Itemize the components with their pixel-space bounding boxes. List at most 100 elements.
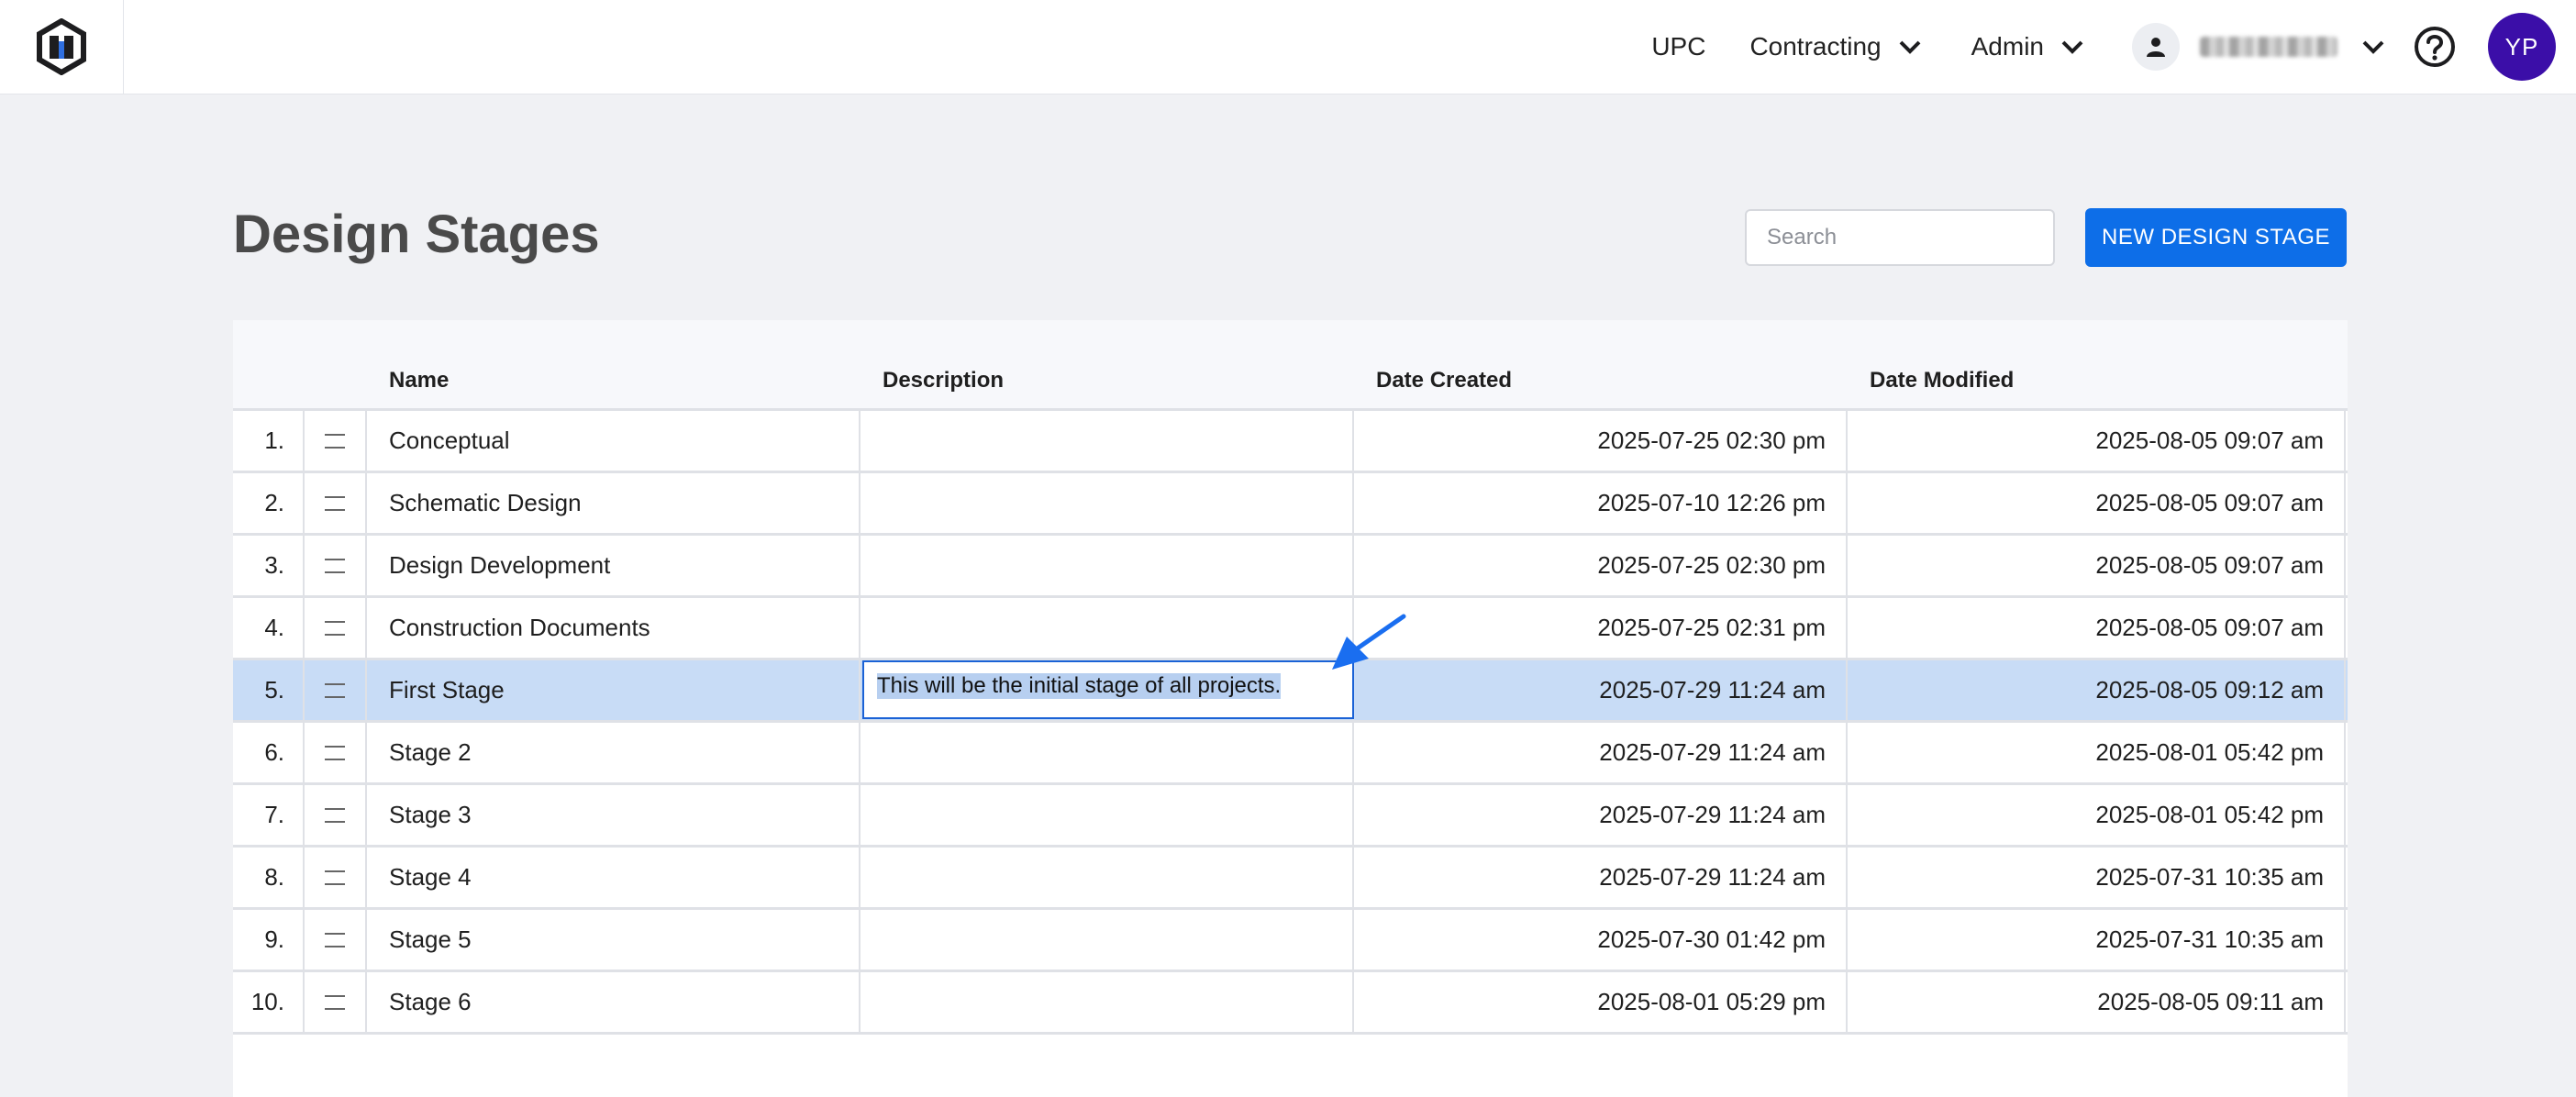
nav-admin-label: Admin [1971, 32, 2044, 61]
drag-handle-icon [325, 558, 345, 573]
row-number: 7. [233, 785, 305, 845]
avatar[interactable]: YP [2488, 13, 2556, 81]
drag-handle[interactable] [305, 910, 367, 970]
page-title: Design Stages [233, 205, 600, 264]
date-created-cell: 2025-07-29 11:24 am [1354, 723, 1848, 782]
date-modified-cell: 2025-08-05 09:07 am [1848, 598, 2346, 658]
drag-handle[interactable] [305, 598, 367, 658]
row-number: 3. [233, 536, 305, 595]
column-header-description[interactable]: Description [883, 368, 1004, 393]
user-menu[interactable] [2132, 23, 2385, 71]
table-row[interactable]: 10. Stage 6 2025-08-01 05:29 pm 2025-08-… [233, 970, 2348, 1035]
nav-link-upc[interactable]: UPC [1651, 32, 1705, 61]
date-modified-cell: 2025-07-31 10:35 am [1848, 848, 2346, 907]
drag-handle[interactable] [305, 411, 367, 471]
drag-handle[interactable] [305, 660, 367, 720]
column-header-date-modified[interactable]: Date Modified [1870, 368, 2014, 393]
column-header-name[interactable]: Name [389, 368, 449, 393]
name-cell[interactable]: Stage 5 [367, 910, 861, 970]
description-cell[interactable] [861, 785, 1354, 845]
drag-handle-icon [325, 870, 345, 885]
row-number: 9. [233, 910, 305, 970]
table-row[interactable]: 1. Conceptual 2025-07-25 02:30 pm 2025-0… [233, 408, 2348, 471]
chevron-down-icon [1899, 40, 1921, 54]
brand-logo[interactable] [0, 0, 124, 94]
nav-menu-contracting[interactable]: Contracting [1749, 32, 1921, 61]
new-design-stage-button[interactable]: NEW DESIGN STAGE [2085, 208, 2347, 267]
name-cell[interactable]: First Stage [367, 660, 861, 720]
description-selected-text[interactable]: This will be the initial stage of all pr… [877, 673, 1282, 699]
name-cell[interactable]: Schematic Design [367, 473, 861, 533]
drag-handle-icon [325, 994, 345, 1010]
drag-handle-icon [325, 682, 345, 698]
table-header: Name Description Date Created Date Modif… [233, 320, 2348, 408]
name-cell[interactable]: Stage 3 [367, 785, 861, 845]
name-cell[interactable]: Stage 2 [367, 723, 861, 782]
date-modified-cell: 2025-08-01 05:42 pm [1848, 785, 2346, 845]
table-row[interactable]: 4. Construction Documents 2025-07-25 02:… [233, 595, 2348, 658]
drag-handle[interactable] [305, 473, 367, 533]
name-cell[interactable]: Construction Documents [367, 598, 861, 658]
design-stages-table: Name Description Date Created Date Modif… [233, 320, 2348, 1097]
date-modified-cell: 2025-08-05 09:07 am [1848, 536, 2346, 595]
brand-logo-icon [37, 18, 86, 75]
description-cell[interactable] [861, 972, 1354, 1032]
row-number: 2. [233, 473, 305, 533]
table-row[interactable]: 6. Stage 2 2025-07-29 11:24 am 2025-08-0… [233, 720, 2348, 782]
nav-menu-admin[interactable]: Admin [1971, 32, 2084, 61]
drag-handle[interactable] [305, 848, 367, 907]
row-number: 5. [233, 660, 305, 720]
annotation-arrow-icon [1332, 614, 1406, 670]
description-cell[interactable] [861, 536, 1354, 595]
date-created-cell: 2025-07-25 02:30 pm [1354, 411, 1848, 471]
description-cell[interactable] [861, 411, 1354, 471]
date-modified-cell: 2025-08-05 09:12 am [1848, 660, 2346, 720]
name-cell[interactable]: Conceptual [367, 411, 861, 471]
nav-upc-label: UPC [1651, 32, 1706, 61]
table-row[interactable]: 2. Schematic Design 2025-07-10 12:26 pm … [233, 471, 2348, 533]
help-circle-icon[interactable] [2413, 25, 2457, 69]
drag-handle[interactable] [305, 723, 367, 782]
table-row[interactable]: 7. Stage 3 2025-07-29 11:24 am 2025-08-0… [233, 782, 2348, 845]
top-navigation-bar: UPC Contracting Admin YP [0, 0, 2576, 94]
description-cell[interactable] [861, 723, 1354, 782]
drag-handle-icon [325, 495, 345, 511]
search-input[interactable] [1745, 209, 2055, 266]
date-created-cell: 2025-08-01 05:29 pm [1354, 972, 1848, 1032]
drag-handle[interactable] [305, 972, 367, 1032]
table-row[interactable]: 8. Stage 4 2025-07-29 11:24 am 2025-07-3… [233, 845, 2348, 907]
description-cell[interactable] [861, 848, 1354, 907]
description-cell[interactable] [861, 598, 1354, 658]
date-modified-cell: 2025-08-05 09:11 am [1848, 972, 2346, 1032]
description-cell-editing[interactable]: This will be the initial stage of all pr… [861, 660, 1354, 720]
date-created-cell: 2025-07-25 02:31 pm [1354, 598, 1848, 658]
table-row[interactable]: 3. Design Development 2025-07-25 02:30 p… [233, 533, 2348, 595]
drag-handle-icon [325, 807, 345, 823]
user-name-redacted [2200, 37, 2337, 57]
drag-handle[interactable] [305, 785, 367, 845]
description-cell[interactable] [861, 910, 1354, 970]
date-created-cell: 2025-07-29 11:24 am [1354, 785, 1848, 845]
drag-handle-icon [325, 932, 345, 947]
table-row[interactable]: 9. Stage 5 2025-07-30 01:42 pm 2025-07-3… [233, 907, 2348, 970]
chevron-down-icon [2061, 40, 2083, 54]
date-modified-cell: 2025-08-05 09:07 am [1848, 411, 2346, 471]
person-icon [2147, 38, 2165, 57]
row-number: 1. [233, 411, 305, 471]
name-cell[interactable]: Stage 4 [367, 848, 861, 907]
column-header-date-created[interactable]: Date Created [1376, 368, 1512, 393]
name-cell[interactable]: Design Development [367, 536, 861, 595]
date-modified-cell: 2025-08-01 05:42 pm [1848, 723, 2346, 782]
nav-contracting-label: Contracting [1749, 32, 1882, 61]
row-number: 8. [233, 848, 305, 907]
description-editor[interactable]: This will be the initial stage of all pr… [862, 660, 1354, 719]
table-row-selected[interactable]: 5. First Stage This will be the initial … [233, 658, 2348, 720]
main-nav: UPC Contracting Admin YP [1651, 0, 2576, 94]
drag-handle[interactable] [305, 536, 367, 595]
date-created-cell: 2025-07-30 01:42 pm [1354, 910, 1848, 970]
date-created-cell: 2025-07-29 11:24 am [1354, 660, 1848, 720]
date-created-cell: 2025-07-25 02:30 pm [1354, 536, 1848, 595]
name-cell[interactable]: Stage 6 [367, 972, 861, 1032]
description-cell[interactable] [861, 473, 1354, 533]
drag-handle-icon [325, 620, 345, 636]
